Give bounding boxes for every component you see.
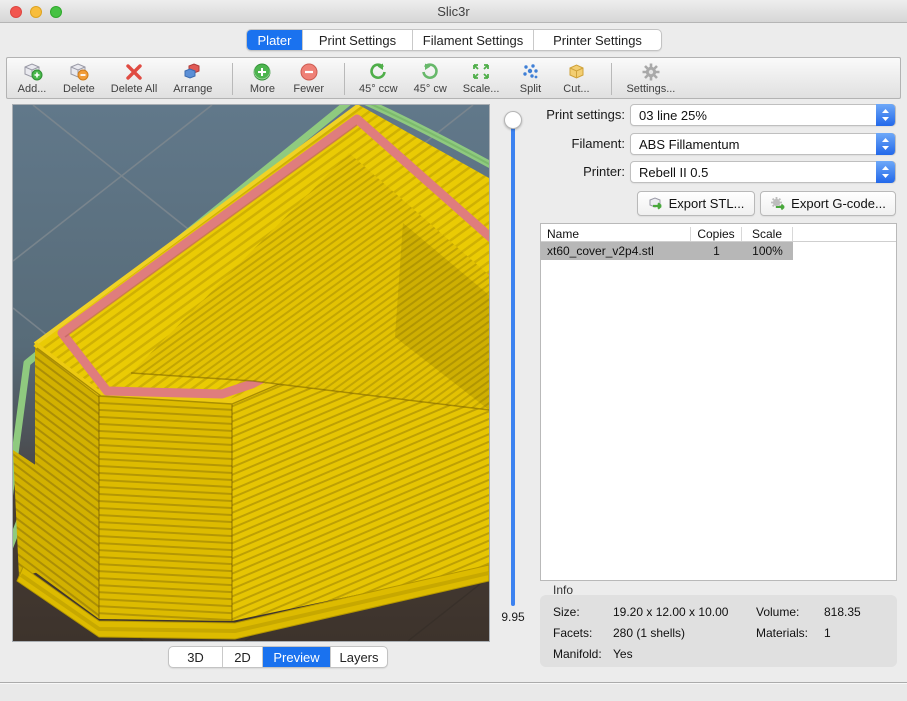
filament-label: Filament: (537, 136, 625, 151)
window-title: Slic3r (0, 4, 907, 19)
view-mode-tabs: 3D 2D Preview Layers (168, 646, 388, 668)
filament-value: ABS Fillamentum (639, 137, 739, 152)
cell-name: xt60_cover_v2p4.stl (541, 244, 691, 258)
toolbar-separator (344, 63, 345, 95)
scale-button[interactable]: Scale... (463, 61, 500, 95)
cut-icon (566, 61, 587, 82)
delete-all-icon (124, 61, 144, 82)
tab-3d[interactable]: 3D (169, 647, 223, 667)
facets-label: Facets: (553, 626, 613, 640)
export-stl-icon (648, 196, 663, 211)
fewer-button[interactable]: Fewer (293, 61, 324, 95)
layer-slider: 9.95 (490, 104, 536, 664)
tab-plater[interactable]: Plater (247, 30, 303, 50)
settings-button[interactable]: Settings... (626, 61, 675, 95)
print-settings-value: 03 line 25% (639, 108, 707, 123)
more-button[interactable]: More (247, 61, 277, 95)
export-stl-button[interactable]: Export STL... (637, 191, 755, 216)
col-header-name[interactable]: Name (541, 227, 691, 241)
printer-label: Printer: (537, 164, 625, 179)
toolbar-separator (232, 63, 233, 95)
delete-button[interactable]: Delete (63, 61, 95, 95)
add-object-icon (22, 61, 43, 82)
add-button[interactable]: Add... (17, 61, 47, 95)
materials-value: 1 (824, 626, 831, 640)
split-icon (520, 61, 540, 82)
rotate-cw-icon (420, 61, 440, 82)
tab-2d[interactable]: 2D (223, 647, 263, 667)
print-settings-label: Print settings: (537, 107, 625, 122)
volume-label: Volume: (756, 605, 824, 619)
info-box: Size: 19.20 x 12.00 x 10.00 Volume: 818.… (540, 595, 897, 667)
delete-object-icon (68, 61, 89, 82)
tab-print-settings[interactable]: Print Settings (303, 30, 413, 50)
rotate-ccw-button[interactable]: 45° ccw (359, 61, 398, 95)
manifold-value: Yes (613, 647, 633, 661)
print-settings-select[interactable]: 03 line 25% (630, 104, 896, 126)
delete-all-button[interactable]: Delete All (111, 61, 157, 95)
plater-toolbar: Add... Delete Delete All Arrange More (6, 57, 901, 99)
arrange-icon (182, 61, 204, 82)
col-header-scale[interactable]: Scale (742, 227, 793, 241)
export-gcode-button[interactable]: Export G-code... (760, 191, 896, 216)
manifold-label: Manifold: (553, 647, 613, 661)
layer-slider-value: 9.95 (490, 610, 536, 624)
gear-icon (641, 61, 661, 82)
arrange-button[interactable]: Arrange (173, 61, 212, 95)
plater-content: 9.95 3D 2D Preview Layers Print settings… (0, 100, 907, 682)
stepper-arrows-icon (876, 133, 895, 155)
layer-slider-knob[interactable] (504, 111, 522, 129)
rotate-cw-button[interactable]: 45° cw (414, 61, 447, 95)
tab-printer-settings[interactable]: Printer Settings (534, 30, 661, 50)
tab-preview[interactable]: Preview (263, 647, 331, 667)
volume-value: 818.35 (824, 605, 861, 619)
export-gcode-icon (770, 196, 785, 211)
title-bar: Slic3r (0, 0, 907, 23)
layer-slider-track[interactable] (511, 126, 515, 606)
facets-value: 280 (1 shells) (613, 626, 685, 640)
materials-label: Materials: (756, 626, 824, 640)
rotate-ccw-icon (368, 61, 388, 82)
printer-value: Rebell II 0.5 (639, 165, 708, 180)
object-table-header: Name Copies Scale (541, 224, 896, 242)
stepper-arrows-icon (876, 161, 895, 183)
split-button[interactable]: Split (515, 61, 545, 95)
filament-select[interactable]: ABS Fillamentum (630, 133, 896, 155)
cut-button[interactable]: Cut... (561, 61, 591, 95)
3d-preview-canvas[interactable] (12, 104, 490, 642)
table-row[interactable]: xt60_cover_v2p4.stl 1 100% (541, 242, 793, 260)
stepper-arrows-icon (876, 104, 895, 126)
size-value: 19.20 x 12.00 x 10.00 (613, 605, 728, 619)
main-tab-strip: Plater Print Settings Filament Settings … (0, 23, 907, 57)
tab-filament-settings[interactable]: Filament Settings (413, 30, 534, 50)
toolbar-separator (611, 63, 612, 95)
status-bar (0, 682, 907, 701)
slic3r-window: Slic3r Plater Print Settings Filament Se… (0, 0, 907, 701)
fewer-copies-icon (299, 61, 319, 82)
front-left-wall (99, 393, 232, 621)
col-header-copies[interactable]: Copies (691, 227, 742, 241)
cell-scale: 100% (742, 244, 793, 258)
more-copies-icon (252, 61, 272, 82)
cell-copies: 1 (691, 244, 742, 258)
tab-layers[interactable]: Layers (331, 647, 387, 667)
scale-icon (470, 61, 492, 82)
printer-select[interactable]: Rebell II 0.5 (630, 161, 896, 183)
object-list-table[interactable]: Name Copies Scale xt60_cover_v2p4.stl 1 … (540, 223, 897, 581)
size-label: Size: (553, 605, 613, 619)
